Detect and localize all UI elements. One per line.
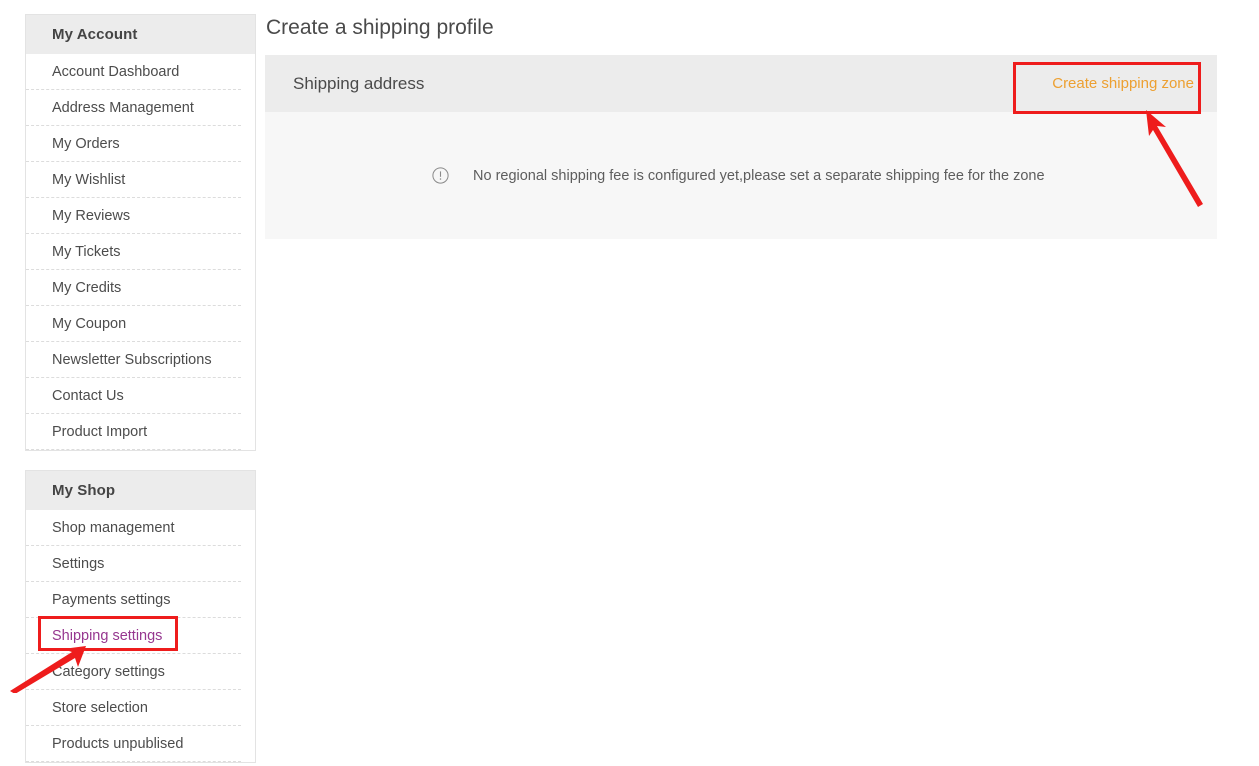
- sidebar-heading-my-shop: My Shop: [26, 471, 255, 510]
- sidebar-item-settings[interactable]: Settings: [26, 546, 241, 582]
- empty-state-text: No regional shipping fee is configured y…: [473, 167, 1045, 184]
- sidebar-item-contact-us[interactable]: Contact Us: [26, 378, 241, 414]
- shipping-address-panel: Shipping address Create shipping zone No…: [265, 55, 1217, 239]
- sidebar-item-payments-settings[interactable]: Payments settings: [26, 582, 241, 618]
- sidebar-item-my-orders[interactable]: My Orders: [26, 126, 241, 162]
- sidebar-item-account-dashboard[interactable]: Account Dashboard: [26, 54, 241, 90]
- main-content: Create a shipping profile Shipping addre…: [265, 0, 1217, 239]
- sidebar-list-my-shop: Shop management Settings Payments settin…: [26, 510, 255, 762]
- sidebar-item-my-coupon[interactable]: My Coupon: [26, 306, 241, 342]
- sidebar-heading-my-account: My Account: [26, 15, 255, 54]
- create-shipping-zone-button[interactable]: Create shipping zone: [1046, 70, 1200, 98]
- sidebar-block-my-shop: My Shop Shop management Settings Payment…: [25, 470, 256, 763]
- panel-title: Shipping address: [293, 73, 425, 93]
- sidebar-item-my-credits[interactable]: My Credits: [26, 270, 241, 306]
- sidebar-block-my-account: My Account Account Dashboard Address Man…: [25, 14, 256, 451]
- sidebar-item-address-management[interactable]: Address Management: [26, 90, 241, 126]
- sidebar-item-my-wishlist[interactable]: My Wishlist: [26, 162, 241, 198]
- sidebar-item-products-unpublised[interactable]: Products unpublised: [26, 726, 241, 762]
- exclamation-circle-icon: [432, 167, 449, 184]
- sidebar-item-store-selection[interactable]: Store selection: [26, 690, 241, 726]
- sidebar-list-my-account: Account Dashboard Address Management My …: [26, 54, 255, 450]
- empty-state-message: No regional shipping fee is configured y…: [432, 167, 1045, 185]
- sidebar-item-my-tickets[interactable]: My Tickets: [26, 234, 241, 270]
- sidebar-item-product-import[interactable]: Product Import: [26, 414, 241, 450]
- page-root: My Account Account Dashboard Address Man…: [0, 0, 1259, 766]
- page-title: Create a shipping profile: [266, 16, 494, 39]
- sidebar-item-shipping-settings[interactable]: Shipping settings: [26, 618, 241, 654]
- panel-header: Shipping address Create shipping zone: [265, 55, 1217, 112]
- sidebar-item-newsletter-subscriptions[interactable]: Newsletter Subscriptions: [26, 342, 241, 378]
- panel-body: No regional shipping fee is configured y…: [265, 112, 1217, 239]
- sidebar-item-my-reviews[interactable]: My Reviews: [26, 198, 241, 234]
- sidebar-item-shop-management[interactable]: Shop management: [26, 510, 241, 546]
- sidebar: My Account Account Dashboard Address Man…: [25, 14, 256, 763]
- sidebar-item-category-settings[interactable]: Category settings: [26, 654, 241, 690]
